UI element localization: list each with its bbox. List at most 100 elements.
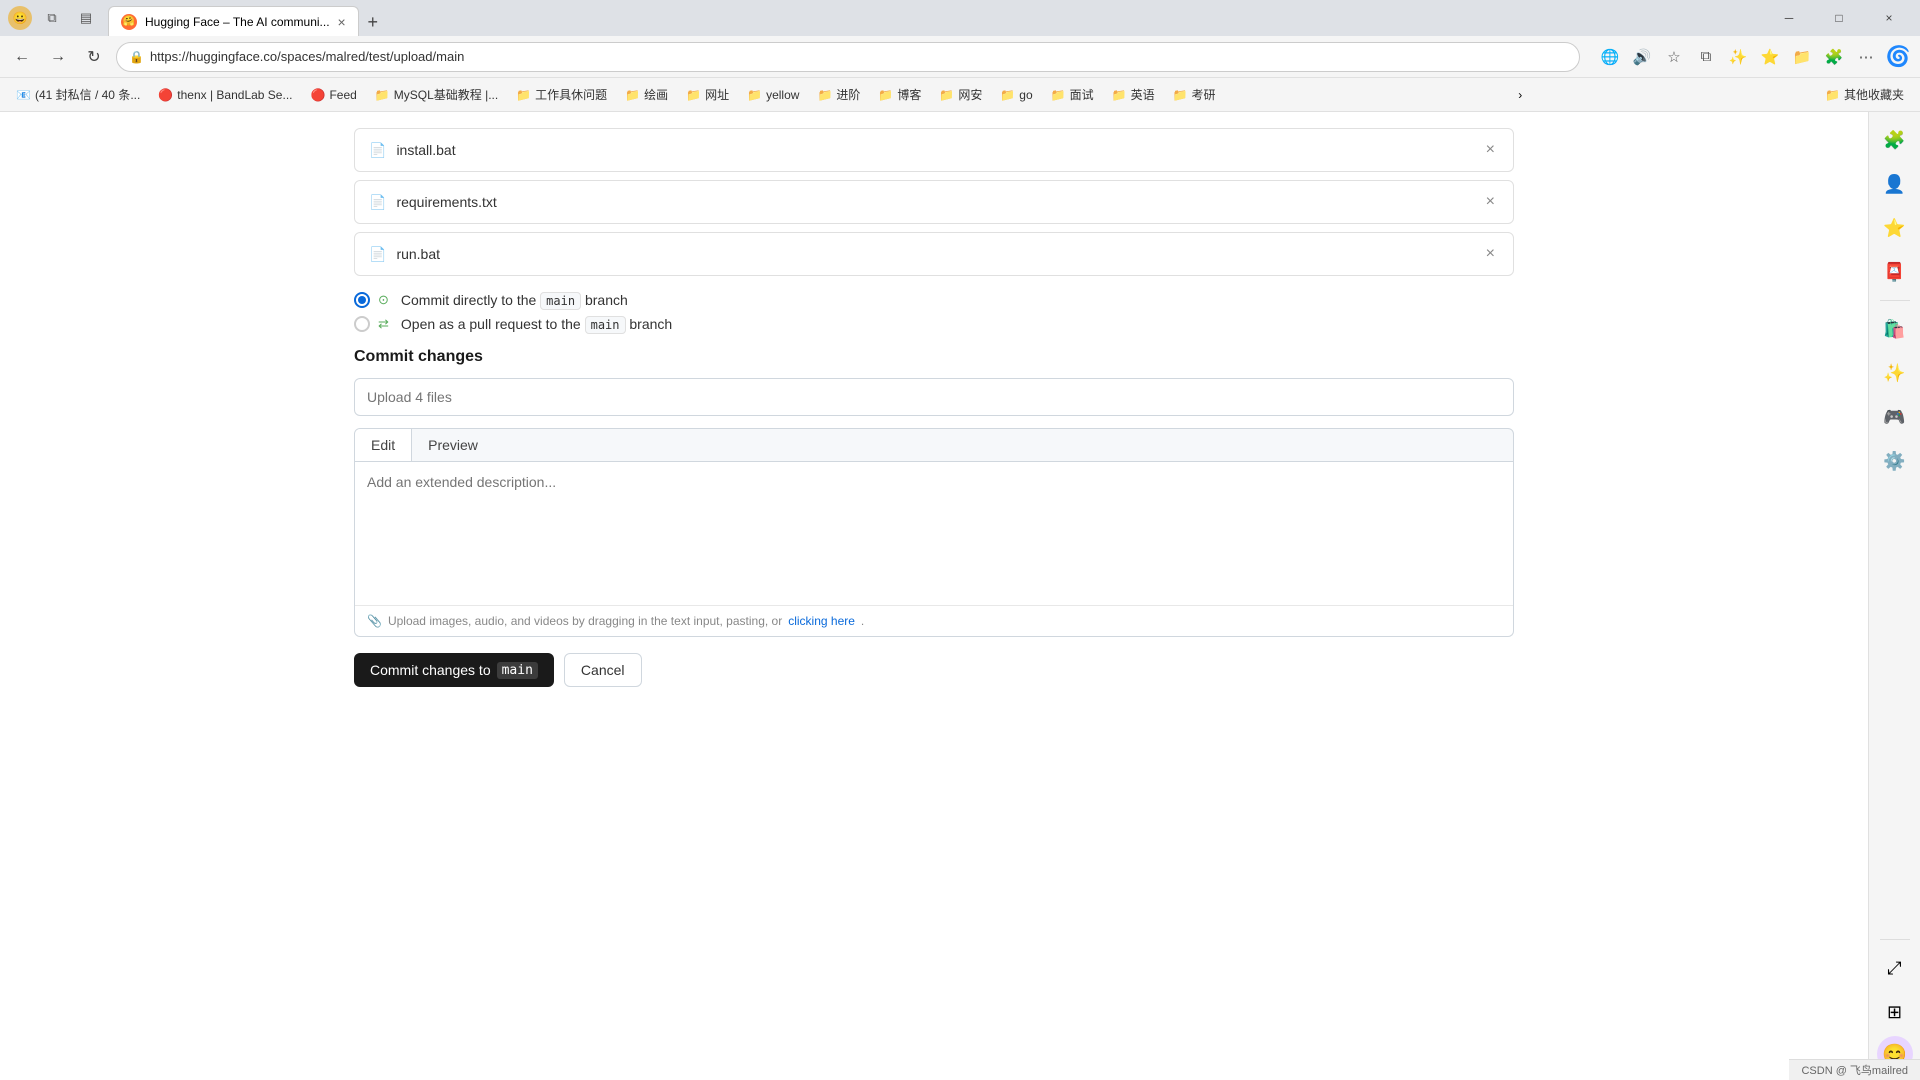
translate-icon[interactable]: 🌐 bbox=[1596, 43, 1624, 71]
status-text: CSDN @ 飞鸟mailred bbox=[1801, 1065, 1908, 1077]
bookmark-item-english[interactable]: 📁 英语 bbox=[1104, 83, 1163, 106]
split-screen-icon[interactable]: ⧉ bbox=[1692, 43, 1720, 71]
bookmark-item-feed[interactable]: 🔴 Feed bbox=[302, 85, 364, 105]
bookmark-item-url[interactable]: 📁 网址 bbox=[678, 83, 737, 106]
file-item-requirements: 📄 requirements.txt × bbox=[354, 180, 1514, 224]
favorites-bar-icon[interactable]: ⭐ bbox=[1756, 43, 1784, 71]
tab-groups-icon[interactable]: ⧉ bbox=[38, 4, 66, 32]
maximize-button[interactable]: □ bbox=[1816, 0, 1862, 36]
user-sidebar-icon[interactable]: 👤 bbox=[1875, 164, 1915, 204]
bookmark-label: 工作具休问题 bbox=[535, 86, 607, 103]
back-button[interactable]: ← bbox=[8, 43, 36, 71]
active-tab[interactable]: 🤗 Hugging Face – The AI communi... × bbox=[108, 6, 359, 36]
upload-hint-text: Upload images, audio, and videos by drag… bbox=[388, 614, 782, 628]
games-sidebar-icon[interactable]: 🎮 bbox=[1875, 397, 1915, 437]
status-bar: CSDN @ 飞鸟mailred bbox=[1789, 1059, 1920, 1080]
bookmark-label: (41 封私信 / 40 条... bbox=[35, 86, 140, 103]
collections-icon[interactable]: 📁 bbox=[1788, 43, 1816, 71]
minimize-button[interactable]: ─ bbox=[1766, 0, 1812, 36]
bookmark-label: 英语 bbox=[1131, 86, 1155, 103]
bookmark-folder-icon: 📁 bbox=[878, 88, 893, 102]
radio-label-commit: Commit directly to the main branch bbox=[401, 292, 628, 308]
commit-changes-button[interactable]: Commit changes to main bbox=[354, 653, 554, 687]
tab-edit[interactable]: Edit bbox=[355, 429, 412, 462]
radio-label-pr: Open as a pull request to the main branc… bbox=[401, 316, 672, 332]
bookmark-folder-icon: 📁 bbox=[1825, 88, 1840, 102]
toolbar-icons: 🌐 🔊 ☆ ⧉ ✨ ⭐ 📁 🧩 ⋯ 🌀 bbox=[1596, 43, 1912, 71]
settings-sidebar-icon[interactable]: ⚙️ bbox=[1875, 441, 1915, 481]
bookmark-item-thenx[interactable]: 🔴 thenx | BandLab Se... bbox=[150, 85, 300, 105]
close-button[interactable]: × bbox=[1866, 0, 1912, 36]
radio-circle-commit bbox=[354, 292, 370, 308]
bookmark-item-extra[interactable]: 📁 其他收藏夹 bbox=[1817, 83, 1912, 106]
vertical-tabs-icon[interactable]: ▤ bbox=[72, 4, 100, 32]
bookmark-item-go[interactable]: 📁 go bbox=[992, 85, 1040, 105]
commit-section: Commit changes Edit Preview 📎 Upload ima… bbox=[354, 348, 1514, 687]
bookmark-item-work[interactable]: 📁 工作具休问题 bbox=[508, 83, 615, 106]
upload-hint: 📎 Upload images, audio, and videos by dr… bbox=[355, 605, 1513, 636]
forward-button[interactable]: → bbox=[44, 43, 72, 71]
bookmark-item-interview[interactable]: 📁 面试 bbox=[1043, 83, 1102, 106]
bookmark-item-advanced[interactable]: 📁 进阶 bbox=[809, 83, 868, 106]
shopping-sidebar-icon[interactable]: 🛍️ bbox=[1875, 309, 1915, 349]
favorites-icon[interactable]: ☆ bbox=[1660, 43, 1688, 71]
new-tab-button[interactable]: + bbox=[359, 8, 387, 36]
bookmarks-more-button[interactable]: › bbox=[1510, 85, 1530, 105]
bookmark-item-security[interactable]: 📁 网安 bbox=[931, 83, 990, 106]
radio-option-commit-direct[interactable]: ⊙ Commit directly to the main branch bbox=[354, 292, 1514, 308]
tab-preview[interactable]: Preview bbox=[412, 429, 494, 461]
bookmark-item-yellow[interactable]: 📁 yellow bbox=[739, 85, 807, 105]
expand-sidebar-icon[interactable]: ⤢ bbox=[1875, 948, 1915, 988]
refresh-button[interactable]: ↻ bbox=[80, 43, 108, 71]
bookmark-item-mail[interactable]: 📧 (41 封私信 / 40 条... bbox=[8, 83, 148, 106]
bookmark-folder-icon: 📁 bbox=[747, 88, 762, 102]
outlook-sidebar-icon[interactable]: 📮 bbox=[1875, 252, 1915, 292]
bookmark-label: 网安 bbox=[958, 86, 982, 103]
bookmark-label: 面试 bbox=[1070, 86, 1094, 103]
file-remove-button[interactable]: × bbox=[1482, 139, 1499, 161]
url-text: https://huggingface.co/spaces/malred/tes… bbox=[150, 49, 464, 64]
sidebar-divider-2 bbox=[1880, 939, 1910, 940]
bookmark-label: 网址 bbox=[705, 86, 729, 103]
copilot-sidebar-icon[interactable]: ✨ bbox=[1875, 353, 1915, 393]
commit-button-prefix: Commit changes to bbox=[370, 662, 491, 678]
browser-window: 😀 ⧉ ▤ 🤗 Hugging Face – The AI communi...… bbox=[0, 0, 1920, 1080]
star-sidebar-icon[interactable]: ⭐ bbox=[1875, 208, 1915, 248]
extensions-sidebar-icon[interactable]: 🧩 bbox=[1875, 120, 1915, 160]
profile-icon[interactable]: 😀 bbox=[8, 6, 32, 30]
pr-icon: ⇄ bbox=[378, 316, 389, 332]
bookmark-icon: 📧 bbox=[16, 88, 31, 102]
file-remove-button[interactable]: × bbox=[1482, 243, 1499, 265]
read-aloud-icon[interactable]: 🔊 bbox=[1628, 43, 1656, 71]
url-bar[interactable]: 🔒 https://huggingface.co/spaces/malred/t… bbox=[116, 42, 1580, 72]
cancel-button[interactable]: Cancel bbox=[564, 653, 642, 687]
bookmark-label: thenx | BandLab Se... bbox=[177, 88, 292, 102]
grid-sidebar-icon[interactable]: ⊞ bbox=[1875, 992, 1915, 1032]
action-buttons: Commit changes to main Cancel bbox=[354, 653, 1514, 687]
window-controls: ─ □ × bbox=[1766, 0, 1912, 36]
bookmark-folder-icon: 📁 bbox=[1051, 88, 1066, 102]
bookmark-item-drawing[interactable]: 📁 绘画 bbox=[617, 83, 676, 106]
bookmark-label: 进阶 bbox=[836, 86, 860, 103]
bookmark-item-mysql[interactable]: 📁 MySQL基础教程 |... bbox=[367, 83, 506, 106]
description-textarea[interactable] bbox=[355, 462, 1513, 602]
radio-section: ⊙ Commit directly to the main branch ⇄ bbox=[354, 292, 1514, 332]
bookmark-folder-icon: 📁 bbox=[516, 88, 531, 102]
file-remove-button[interactable]: × bbox=[1482, 191, 1499, 213]
bookmark-folder-icon: 📁 bbox=[375, 88, 390, 102]
extensions-icon[interactable]: 🧩 bbox=[1820, 43, 1848, 71]
bookmark-item-exam[interactable]: 📁 考研 bbox=[1165, 83, 1224, 106]
bookmark-item-blog[interactable]: 📁 博客 bbox=[870, 83, 929, 106]
file-icon: 📄 bbox=[369, 246, 386, 263]
edge-icon[interactable]: 🌀 bbox=[1884, 43, 1912, 71]
bookmark-label: 其他收藏夹 bbox=[1844, 86, 1904, 103]
bookmark-label: 考研 bbox=[1192, 86, 1216, 103]
radio-option-open-pr[interactable]: ⇄ Open as a pull request to the main bra… bbox=[354, 316, 1514, 332]
commit-message-input[interactable] bbox=[354, 378, 1514, 416]
browser-ai-icon[interactable]: ✨ bbox=[1724, 43, 1752, 71]
bookmark-label: go bbox=[1019, 88, 1032, 102]
upload-hint-link[interactable]: clicking here bbox=[788, 614, 855, 628]
more-options-icon[interactable]: ⋯ bbox=[1852, 43, 1880, 71]
tab-close-button[interactable]: × bbox=[338, 14, 346, 30]
title-bar: 😀 ⧉ ▤ 🤗 Hugging Face – The AI communi...… bbox=[0, 0, 1920, 36]
